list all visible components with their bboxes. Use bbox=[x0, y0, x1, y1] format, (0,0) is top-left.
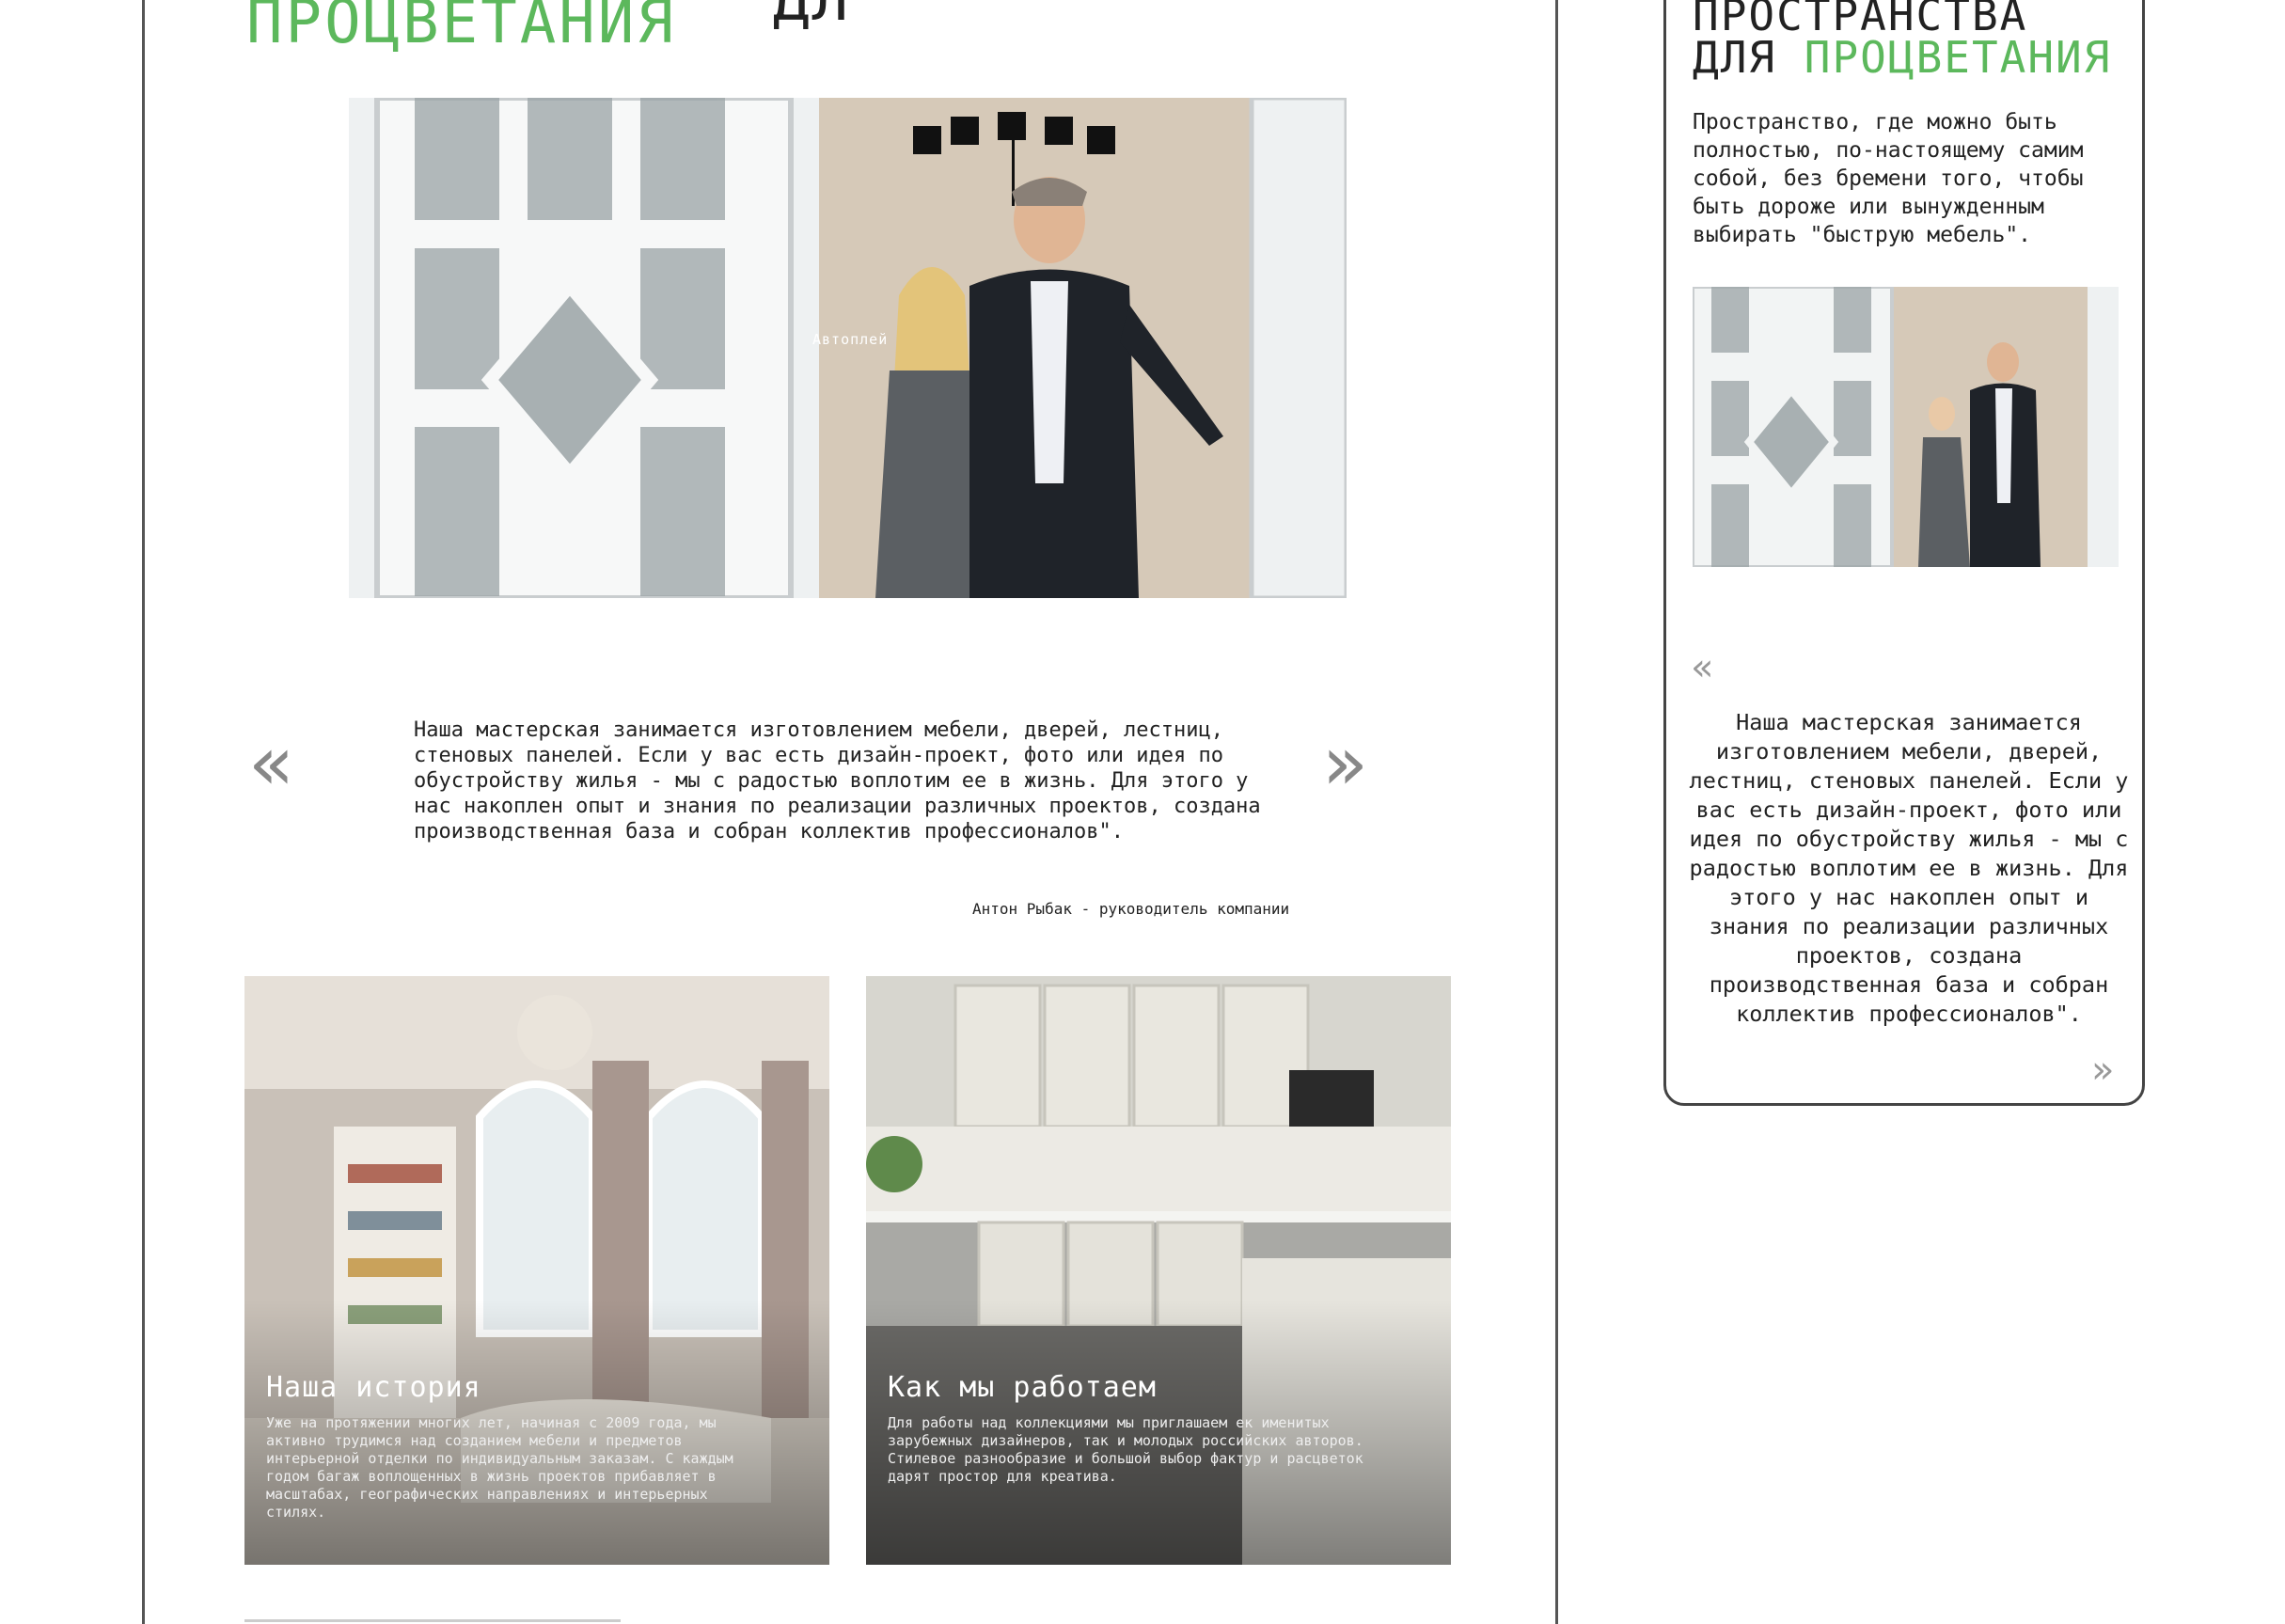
left-frame-line bbox=[142, 0, 145, 1624]
side-heading-line2: ДЛЯ ПРОЦВЕТАНИЯ bbox=[1693, 36, 2111, 79]
card-our-history-title: Наша история bbox=[266, 1371, 481, 1404]
side-prev-arrow[interactable]: « bbox=[1691, 649, 1713, 686]
hero-video[interactable] bbox=[349, 98, 1347, 598]
side-video[interactable] bbox=[1693, 287, 2119, 567]
card-how-we-work-title: Как мы работаем bbox=[888, 1371, 1157, 1404]
side-quote: Наша мастерская занимается изготовлением… bbox=[1689, 709, 2129, 1027]
side-photo-illustration bbox=[1693, 287, 2119, 567]
quote-prev-arrow[interactable]: « bbox=[248, 726, 294, 801]
side-heading-dark: ДЛЯ bbox=[1693, 32, 1777, 83]
section-divider bbox=[244, 1619, 621, 1622]
side-heading: ПРОСТРАНСТВА ДЛЯ ПРОЦВЕТАНИЯ bbox=[1693, 0, 2111, 79]
card-our-history[interactable]: Наша история Уже на протяжении многих ле… bbox=[244, 976, 829, 1565]
hero-photo-illustration bbox=[349, 98, 1347, 598]
side-heading-green: ПРОЦВЕТАНИЯ bbox=[1804, 32, 2112, 83]
card-how-we-work[interactable]: Как мы работаем Для работы над коллекция… bbox=[866, 976, 1451, 1565]
quote-author: Антон Рыбак - руководитель компании bbox=[972, 900, 1290, 918]
side-description: Пространство, где можно быть полностью, … bbox=[1693, 110, 2084, 247]
quote-next-arrow[interactable]: » bbox=[1322, 726, 1368, 801]
right-frame-line bbox=[1555, 0, 1558, 1624]
autoplay-label: Автоплей bbox=[812, 331, 889, 348]
main-heading: ДЛ ПРОЦВЕТАНИЯ bbox=[246, 0, 848, 53]
card-our-history-text: Уже на протяжении многих лет, начиная с … bbox=[266, 1414, 733, 1521]
founder-quote: Наша мастерская занимается изготовлением… bbox=[414, 718, 1261, 844]
card-how-we-work-text: Для работы над коллекциями мы приглашаем… bbox=[888, 1414, 1363, 1485]
main-heading-cut: ДЛ bbox=[773, 0, 852, 35]
main-heading-green: ПРОЦВЕТАНИЯ bbox=[246, 0, 676, 57]
side-next-arrow[interactable]: » bbox=[2091, 1051, 2114, 1089]
